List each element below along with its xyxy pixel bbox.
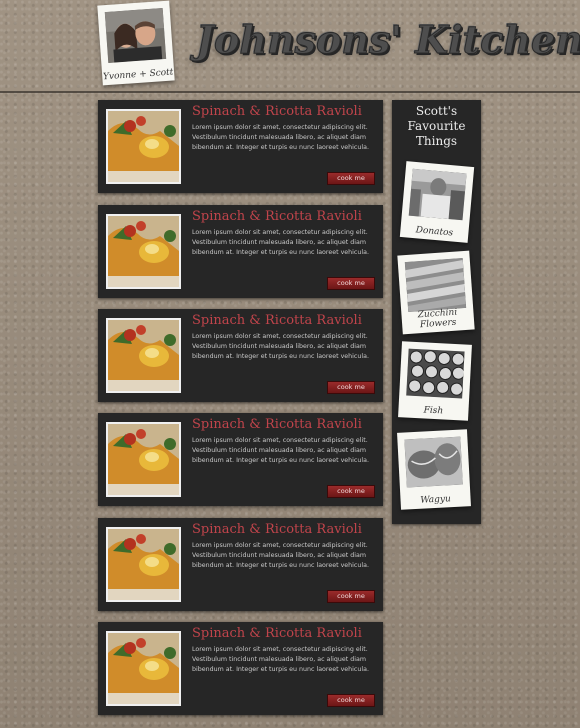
sidebar-title: Scott's Favourite Things: [407, 104, 466, 148]
favourite-item-fish[interactable]: Fish: [398, 341, 472, 421]
favourite-caption: Donatos: [415, 225, 454, 239]
recipe-description: Lorem ipsum dolor sit amet, consectetur …: [192, 124, 369, 151]
recipe-card: Spinach & Ricotta Ravioli Lorem ipsum do…: [98, 309, 383, 402]
recipe-thumbnail[interactable]: [106, 527, 181, 602]
cook-me-button[interactable]: cook me: [327, 590, 375, 603]
recipe-title[interactable]: Spinach & Ricotta Ravioli: [192, 522, 362, 537]
recipe-title[interactable]: Spinach & Ricotta Ravioli: [192, 626, 362, 641]
favourite-caption: Fish: [423, 405, 444, 417]
recipe-card: Spinach & Ricotta Ravioli Lorem ipsum do…: [98, 622, 383, 715]
recipe-thumbnail[interactable]: [106, 109, 181, 184]
recipe-card: Spinach & Ricotta Ravioli Lorem ipsum do…: [98, 100, 383, 193]
recipe-thumbnail[interactable]: [106, 318, 181, 393]
recipe-title[interactable]: Spinach & Ricotta Ravioli: [192, 417, 362, 432]
recipe-description: Lorem ipsum dolor sit amet, consectetur …: [192, 542, 369, 569]
favourite-item-zucchini-flowers[interactable]: Zucchini Flowers: [397, 250, 475, 335]
recipe-description: Lorem ipsum dolor sit amet, consectetur …: [192, 333, 369, 360]
recipe-card: Spinach & Ricotta Ravioli Lorem ipsum do…: [98, 413, 383, 506]
site-title[interactable]: Johnsons' Kitchen: [196, 10, 580, 70]
favourite-caption: Wagyu: [420, 494, 452, 506]
profile-polaroid: Yvonne + Scott: [97, 0, 175, 86]
recipe-title[interactable]: Spinach & Ricotta Ravioli: [192, 209, 362, 224]
favourite-photo: [408, 168, 467, 221]
cook-me-button[interactable]: cook me: [327, 277, 375, 290]
recipe-description: Lorem ipsum dolor sit amet, consectetur …: [192, 437, 369, 464]
recipe-card: Spinach & Ricotta Ravioli Lorem ipsum do…: [98, 205, 383, 298]
recipe-title[interactable]: Spinach & Ricotta Ravioli: [192, 104, 362, 119]
recipe-thumbnail[interactable]: [106, 214, 181, 289]
favourite-photo: [406, 348, 465, 399]
recipe-thumbnail[interactable]: [106, 631, 181, 706]
recipe-thumbnail[interactable]: [106, 422, 181, 497]
cook-me-button[interactable]: cook me: [327, 485, 375, 498]
favourites-sidebar: Scott's Favourite Things Donatos Zucchin…: [392, 100, 481, 524]
recipe-title[interactable]: Spinach & Ricotta Ravioli: [192, 313, 362, 328]
cook-me-button[interactable]: cook me: [327, 172, 375, 185]
recipe-description: Lorem ipsum dolor sit amet, consectetur …: [192, 229, 369, 256]
favourite-photo: [404, 258, 467, 312]
recipe-description: Lorem ipsum dolor sit amet, consectetur …: [192, 646, 369, 673]
site-header: Yvonne + Scott Johnsons' Kitchen: [0, 0, 580, 93]
profile-caption: Yvonne + Scott: [102, 67, 174, 83]
favourite-photo: [404, 436, 463, 488]
profile-photo: [104, 8, 167, 63]
favourite-item-wagyu[interactable]: Wagyu: [397, 429, 471, 510]
cook-me-button[interactable]: cook me: [327, 381, 375, 394]
recipe-card: Spinach & Ricotta Ravioli Lorem ipsum do…: [98, 518, 383, 611]
cook-me-button[interactable]: cook me: [327, 694, 375, 707]
header-divider: [0, 91, 580, 93]
favourite-item-donatos[interactable]: Donatos: [399, 161, 475, 243]
favourite-caption: Zucchini Flowers: [417, 307, 458, 331]
